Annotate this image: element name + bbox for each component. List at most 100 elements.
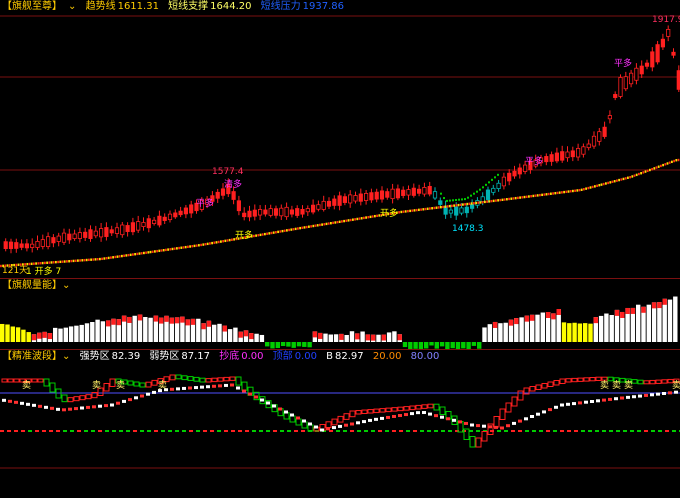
- candle: [570, 150, 575, 158]
- wave-slow-dot: [626, 395, 630, 399]
- b-value: 82.97: [335, 351, 364, 362]
- wave-slow-dot: [356, 421, 360, 425]
- wave-step: [475, 437, 482, 448]
- trend-line-dot: [666, 162, 669, 165]
- wave-slow-dot: [584, 400, 588, 404]
- zero-line-dot: [252, 430, 256, 432]
- trend-line-dot: [173, 247, 176, 250]
- chevron-down-icon[interactable]: ⌄: [68, 1, 76, 12]
- volume-panel[interactable]: 【旗舰量能】⌄: [0, 279, 680, 349]
- price-panel[interactable]: 【旗舰至尊】 ⌄ 趋势线 1611.31 短线支撑 1644.20 短线压力 1937.…: [0, 0, 680, 278]
- trend-line-dot: [574, 189, 576, 192]
- volume-bar: [95, 319, 100, 342]
- trend-line-dot: [466, 202, 469, 206]
- trend-line-dot: [209, 242, 211, 245]
- trend-line-dot: [635, 173, 638, 177]
- trend-line-dot: [367, 216, 370, 219]
- wave-step: [439, 406, 446, 415]
- wave-slow-dot: [182, 386, 186, 390]
- volume-bar-cap: [47, 333, 53, 340]
- trend-line-dot: [169, 248, 172, 251]
- pressure-value: 1937.86: [302, 1, 345, 12]
- trend-line-dot: [613, 180, 616, 183]
- wave-step: [385, 407, 392, 413]
- volume-chart[interactable]: [0, 279, 680, 349]
- wave-step: [511, 396, 518, 407]
- price-chart[interactable]: [0, 0, 680, 278]
- candle: [30, 243, 35, 248]
- trend-label: 趋势线: [85, 1, 116, 12]
- volume-bar-cap: [651, 302, 657, 309]
- volume-bar: [376, 334, 381, 342]
- wave-slow-dot: [410, 412, 414, 416]
- wave-step: [235, 376, 242, 386]
- volume-bar-cap: [31, 334, 37, 341]
- wave-step: [175, 374, 182, 380]
- weak-label: 弱势区: [149, 351, 180, 362]
- candle: [358, 193, 363, 202]
- trend-line-dot: [662, 163, 664, 167]
- candle: [554, 152, 560, 162]
- wave-step: [427, 403, 434, 409]
- wave-slow-dot: [266, 401, 270, 405]
- candle: [279, 207, 284, 217]
- zero-line-dot: [84, 430, 88, 432]
- candle: [3, 241, 8, 249]
- candle: [242, 212, 247, 218]
- candle: [56, 235, 61, 242]
- trend-line-dot: [189, 245, 191, 248]
- chevron-down-icon[interactable]: ⌄: [62, 280, 70, 291]
- trend-line-dot: [429, 207, 431, 210]
- indicator-name[interactable]: 【旗舰至尊】: [2, 1, 62, 12]
- indicator-name[interactable]: 【精准波段】: [2, 351, 62, 362]
- wave-slow-dot: [650, 393, 654, 397]
- trend-line-dot: [620, 178, 623, 181]
- wave-step: [355, 410, 362, 415]
- small-signal-label: 1 开多 7: [26, 267, 62, 277]
- trend-line-dot: [671, 160, 673, 164]
- candle: [93, 230, 98, 237]
- volume-bar-cap: [514, 318, 519, 325]
- zero-line-dot: [231, 430, 235, 432]
- chevron-down-icon[interactable]: ⌄: [62, 351, 70, 362]
- volume-bar-cap: [180, 316, 185, 323]
- trend-line-dot: [334, 221, 337, 224]
- volume-bar: [296, 342, 302, 347]
- volume-bar: [466, 342, 471, 349]
- zero-line-dot: [189, 430, 193, 432]
- indicator-name[interactable]: 【旗舰量能】: [2, 280, 62, 291]
- wave-slow-dot: [38, 404, 42, 408]
- wave-slow-dot: [134, 396, 138, 400]
- trend-line-dot: [646, 169, 649, 172]
- wave-step: [229, 376, 236, 381]
- wave-step: [565, 378, 572, 383]
- wave-step: [481, 431, 488, 442]
- trend-line-dot: [536, 194, 539, 197]
- signal-dot: [470, 194, 472, 197]
- zero-line-dot: [665, 430, 669, 432]
- wave-slow-dot: [500, 426, 504, 430]
- wave-slow-dot: [32, 403, 36, 407]
- candle: [406, 189, 411, 196]
- trend-line-dot: [435, 206, 438, 209]
- trend-line-dot: [587, 186, 590, 190]
- wave-panel[interactable]: 卖卖卖卖卖卖卖卖 【精准波段】⌄ 强势区 82.39 弱势区 87.17 抄底 0.0…: [0, 350, 680, 498]
- trend-line-dot: [145, 251, 147, 254]
- candle: [401, 189, 406, 196]
- trend-line-dot: [336, 220, 339, 224]
- trend-line-dot: [48, 261, 51, 264]
- candle: [650, 51, 655, 68]
- wave-slow-dot: [236, 386, 240, 390]
- wave-slow-dot: [128, 398, 132, 402]
- trend-line-dot: [105, 257, 108, 260]
- candle: [469, 203, 475, 209]
- volume-bar: [429, 342, 434, 346]
- wave-chart[interactable]: 卖卖卖卖卖卖卖卖: [0, 350, 680, 498]
- wave-step: [637, 379, 644, 385]
- zero-line-dot: [525, 430, 529, 432]
- trend-line-dot: [213, 241, 216, 244]
- trend-line-dot: [420, 208, 422, 211]
- trend-line-dot: [440, 206, 442, 209]
- trend-line-dot: [534, 194, 537, 197]
- trend-line-dot: [228, 238, 231, 242]
